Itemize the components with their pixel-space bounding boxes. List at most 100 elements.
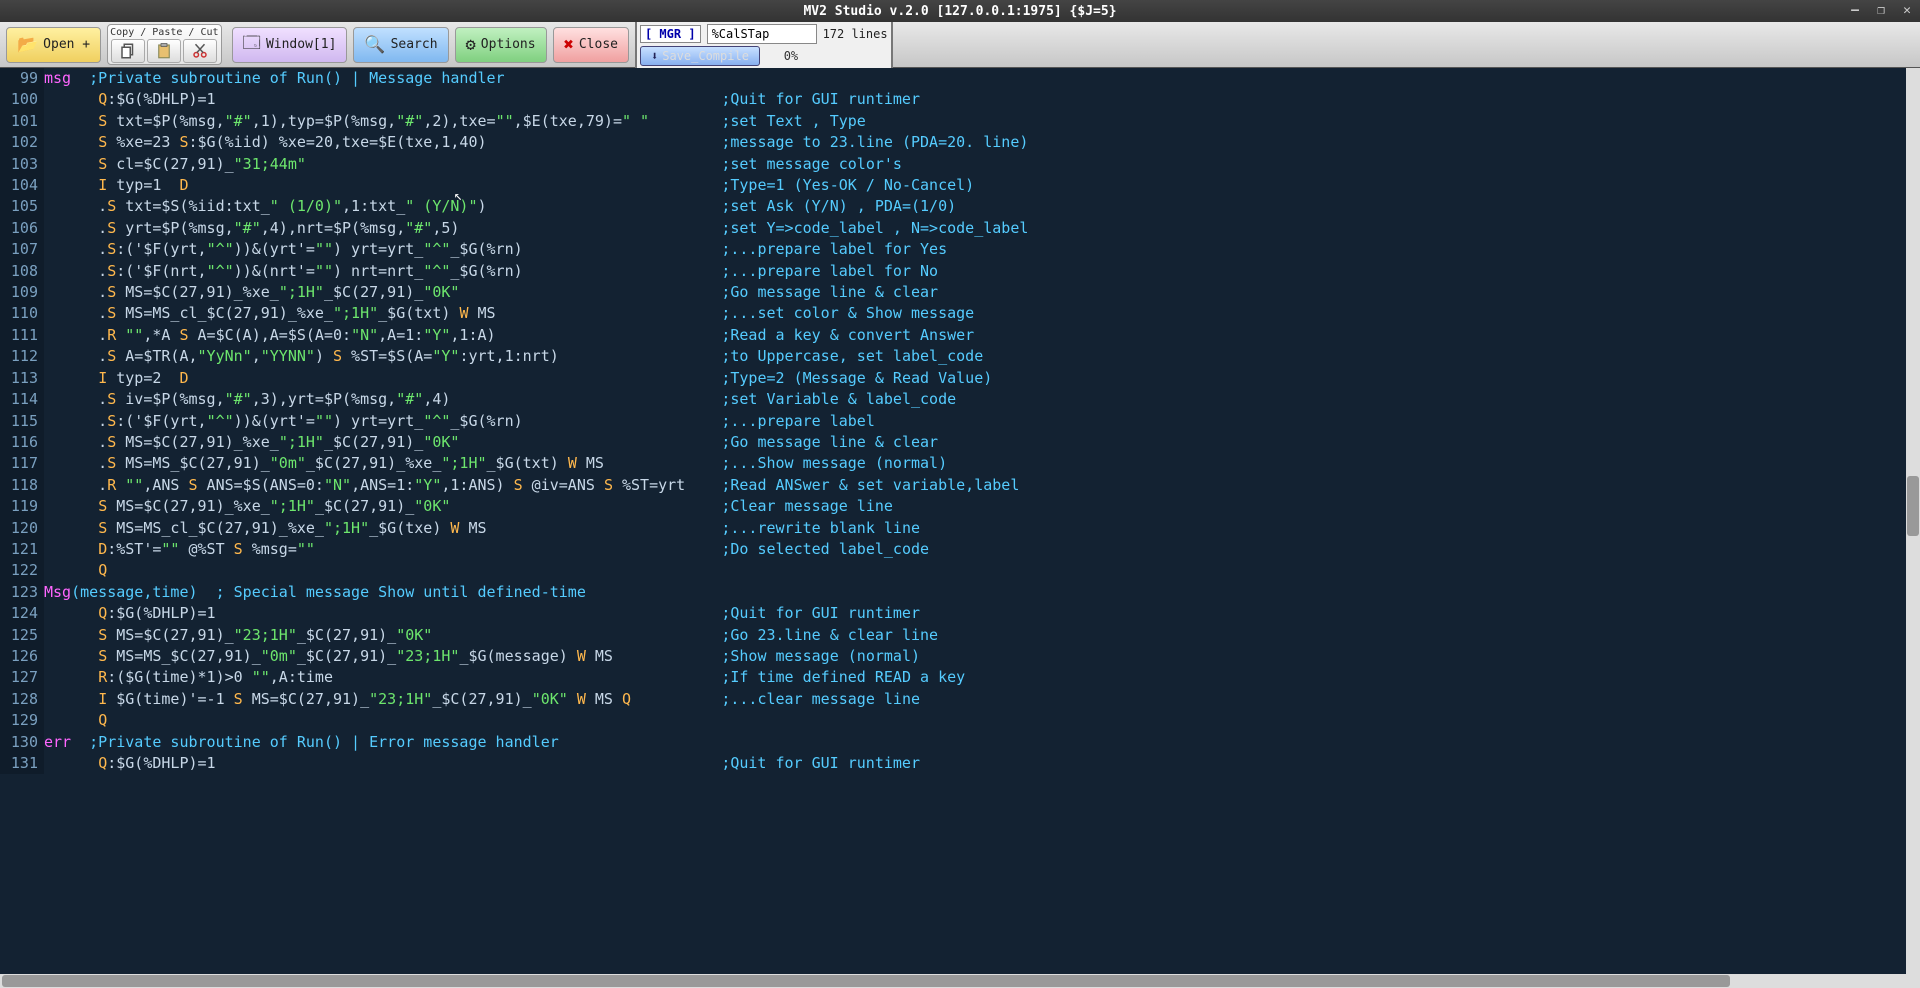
code-line[interactable]: 118 .R "",ANS S ANS=$S(ANS=0:"N",ANS=1:"… [0,475,1906,496]
window-button-label: Window[1] [266,37,336,52]
code-line[interactable]: 117 .S MS=MS_$C(27,91)_"0m"_$C(27,91)_%x… [0,453,1906,474]
line-number: 129 [0,710,44,731]
line-number: 122 [0,560,44,581]
search-button-label: Search [391,37,438,52]
code-line[interactable]: 129 Q [0,710,1906,731]
code-line[interactable]: 113 I typ=2 D ;Type=2 (Message & Read Va… [0,368,1906,389]
code-line[interactable]: 110 .S MS=MS_cl_$C(27,91)_%xe_";1H"_$G(t… [0,303,1906,324]
code-editor[interactable]: 99msg ;Private subroutine of Run() | Mes… [0,68,1920,974]
paste-button[interactable] [147,39,181,63]
close-button[interactable]: ✖ Close [553,27,629,63]
line-number: 115 [0,411,44,432]
options-button[interactable]: ⚙ Options [455,27,547,63]
line-number: 123 [0,582,44,603]
routine-name-input[interactable] [707,24,817,44]
minimize-icon[interactable]: — [1846,2,1864,18]
code-line[interactable]: 119 S MS=$C(27,91)_%xe_";1H"_$C(27,91)_"… [0,496,1906,517]
close-icon: ✖ [564,35,574,55]
line-number: 105 [0,196,44,217]
line-number: 130 [0,732,44,753]
close-button-label: Close [579,37,618,52]
code-line[interactable]: 112 .S A=$TR(A,"YyNn","YYNN") S %ST=$S(A… [0,346,1906,367]
line-number: 99 [0,68,44,89]
window-title: MV2 Studio v.2.0 [127.0.0.1:1975] {$J=5} [803,4,1116,19]
folder-open-icon: 📂 [17,35,38,55]
code-line[interactable]: 131 Q:$G(%DHLP)=1 ;Quit for GUI runtimer [0,753,1906,774]
code-line[interactable]: 106 .S yrt=$P(%msg,"#",4),nrt=$P(%msg,"#… [0,218,1906,239]
gear-icon: ⚙ [466,35,476,55]
close-window-icon[interactable]: ✕ [1898,2,1916,18]
code-line[interactable]: 116 .S MS=$C(27,91)_%xe_";1H"_$C(27,91)_… [0,432,1906,453]
clipboard-group-title: Copy / Paste / Cut [110,27,218,38]
save-arrow-icon: ⬇ [651,49,658,63]
copy-icon [119,42,137,60]
code-line[interactable]: 99msg ;Private subroutine of Run() | Mes… [0,68,1906,89]
line-number: 110 [0,303,44,324]
clipboard-group: Copy / Paste / Cut [107,24,221,65]
line-number: 126 [0,646,44,667]
window-icon: 🗔 [243,30,261,59]
save-compile-button[interactable]: ⬇ Save_Compile [640,46,760,66]
code-line[interactable]: 127 R:($G(time)*1)>0 "",A:time ;If time … [0,667,1906,688]
line-number: 119 [0,496,44,517]
code-line[interactable]: 124 Q:$G(%DHLP)=1 ;Quit for GUI runtimer [0,603,1906,624]
code-line[interactable]: 107 .S:('$F(yrt,"^"))&(yrt'="") yrt=yrt_… [0,239,1906,260]
line-number: 108 [0,261,44,282]
save-compile-label: Save_Compile [662,49,749,63]
code-line[interactable]: 104 I typ=1 D ;Type=1 (Yes-OK / No-Cance… [0,175,1906,196]
line-number: 128 [0,689,44,710]
main-toolbar: 📂 Open + Copy / Paste / Cut 🗔 Window[1] … [0,22,1920,68]
line-number: 114 [0,389,44,410]
line-number: 107 [0,239,44,260]
code-line[interactable]: 101 S txt=$P(%msg,"#",1),typ=$P(%msg,"#"… [0,111,1906,132]
paste-icon [155,42,173,60]
cut-icon [191,42,209,60]
code-line[interactable]: 128 I $G(time)'=-1 S MS=$C(27,91)_"23;1H… [0,689,1906,710]
search-button[interactable]: 🔍 Search [353,27,448,63]
window-button[interactable]: 🗔 Window[1] [232,27,348,63]
line-number: 121 [0,539,44,560]
options-button-label: Options [481,37,536,52]
line-number: 120 [0,518,44,539]
line-number: 117 [0,453,44,474]
line-number: 116 [0,432,44,453]
code-line[interactable]: 130err ;Private subroutine of Run() | Er… [0,732,1906,753]
line-number: 125 [0,625,44,646]
code-line[interactable]: 123Msg(message,time) ; Special message S… [0,582,1906,603]
code-line[interactable]: 125 S MS=$C(27,91)_"23;1H"_$C(27,91)_"0K… [0,625,1906,646]
code-line[interactable]: 103 S cl=$C(27,91)_"31;44m" ;set message… [0,154,1906,175]
code-line[interactable]: 122 Q [0,560,1906,581]
code-line[interactable]: 121 D:%ST'="" @%ST S %msg="" ;Do selecte… [0,539,1906,560]
maximize-icon[interactable]: ❐ [1872,2,1890,18]
copy-button[interactable] [111,39,145,63]
line-number: 100 [0,89,44,110]
open-button[interactable]: 📂 Open + [6,27,101,63]
code-line[interactable]: 114 .S iv=$P(%msg,"#",3),yrt=$P(%msg,"#"… [0,389,1906,410]
window-titlebar: MV2 Studio v.2.0 [127.0.0.1:1975] {$J=5}… [0,0,1920,22]
search-icon: 🔍 [364,35,385,55]
line-number: 103 [0,154,44,175]
line-number: 102 [0,132,44,153]
cut-button[interactable] [183,39,217,63]
horizontal-scroll-thumb[interactable] [2,975,1730,987]
vertical-scroll-thumb[interactable] [1907,476,1919,536]
code-line[interactable]: 111 .R "",*A S A=$C(A),A=$S(A=0:"N",A=1:… [0,325,1906,346]
code-line[interactable]: 108 .S:('$F(nrt,"^"))&(nrt'="") nrt=nrt_… [0,261,1906,282]
code-line[interactable]: 120 S MS=MS_cl_$C(27,91)_%xe_";1H"_$G(tx… [0,518,1906,539]
code-line[interactable]: 126 S MS=MS_$C(27,91)_"0m"_$C(27,91)_"23… [0,646,1906,667]
code-line[interactable]: 105 .S txt=$S(%iid:txt_" (1/0)",1:txt_" … [0,196,1906,217]
line-number: 113 [0,368,44,389]
line-count-label: 172 lines [823,27,888,41]
code-line[interactable]: 100 Q:$G(%DHLP)=1 ;Quit for GUI runtimer [0,89,1906,110]
mouse-cursor-icon: ↖ [454,186,462,207]
horizontal-scrollbar[interactable] [0,974,1920,988]
code-line[interactable]: 109 .S MS=$C(27,91)_%xe_";1H"_$C(27,91)_… [0,282,1906,303]
vertical-scrollbar[interactable] [1906,68,1920,974]
code-line[interactable]: 102 S %xe=23 S:$G(%iid) %xe=20,txe=$E(tx… [0,132,1906,153]
line-number: 109 [0,282,44,303]
code-line[interactable]: 115 .S:('$F(yrt,"^"))&(yrt'="") yrt=yrt_… [0,411,1906,432]
namespace-tag[interactable]: [ MGR ] [640,25,701,43]
line-number: 131 [0,753,44,774]
line-number: 112 [0,346,44,367]
compile-panel: [ MGR ] 172 lines ⬇ Save_Compile 0% [635,19,893,71]
